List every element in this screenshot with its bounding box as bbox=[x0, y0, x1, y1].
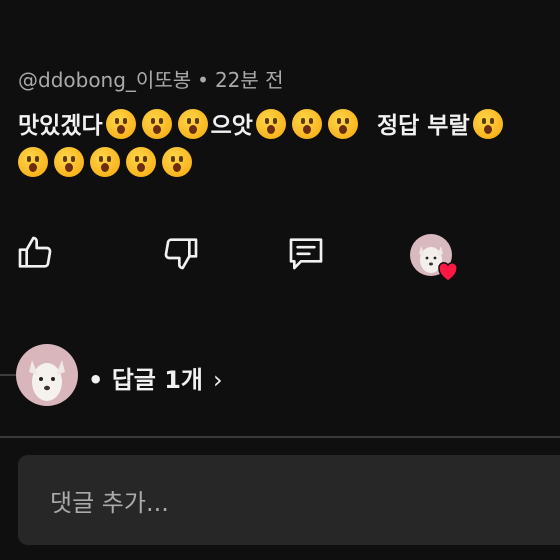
like-button[interactable] bbox=[12, 230, 58, 276]
comment-time: 22분 전 bbox=[214, 68, 284, 92]
divider bbox=[0, 436, 560, 438]
comment-text-part-3: 정답 부랄 bbox=[376, 113, 470, 139]
comment-author[interactable]: @ddobong_이또봉 bbox=[18, 68, 191, 92]
astonished-face-icon bbox=[472, 109, 503, 139]
astonished-face-icon bbox=[126, 147, 156, 177]
comment-text-line-2 bbox=[15, 146, 560, 182]
astonished-face-icon bbox=[18, 147, 48, 177]
reply-comment-icon bbox=[289, 238, 323, 270]
reply-avatar-image bbox=[16, 344, 78, 406]
comment-text-part-2: 으앗 bbox=[210, 113, 253, 139]
astonished-face-icon bbox=[90, 147, 120, 177]
add-comment-placeholder: 댓글 추가... bbox=[50, 489, 169, 517]
meta-separator: • bbox=[197, 68, 209, 92]
view-replies-button[interactable]: • 답글 1개 › bbox=[88, 360, 223, 395]
thread-line bbox=[0, 374, 16, 376]
astonished-face-icon bbox=[162, 147, 192, 177]
astonished-face-icon bbox=[141, 109, 172, 139]
comment-text: 맛있겠다 으앗 정답 부랄 bbox=[18, 108, 560, 182]
view-replies-row[interactable]: • 답글 1개 › bbox=[0, 344, 560, 408]
astonished-face-icon bbox=[255, 109, 286, 139]
creator-heart-badge bbox=[410, 234, 458, 282]
chevron-right-icon: › bbox=[213, 366, 223, 394]
dislike-button[interactable] bbox=[158, 230, 204, 276]
reply-count-label: 답글 1개 bbox=[111, 366, 203, 394]
astonished-face-icon bbox=[327, 109, 358, 139]
comment-meta: @ddobong_이또봉 • 22분 전 bbox=[18, 64, 284, 93]
astonished-face-icon bbox=[291, 109, 322, 139]
reply-bullet: • bbox=[88, 366, 104, 394]
comment-text-part-1: 맛있겠다 bbox=[18, 113, 103, 139]
thumb-down-icon bbox=[164, 238, 198, 270]
astonished-face-icon bbox=[54, 147, 84, 177]
heart-icon bbox=[438, 262, 458, 282]
comment-actions bbox=[0, 230, 560, 280]
reply-avatar bbox=[16, 344, 78, 406]
reply-button[interactable] bbox=[283, 230, 329, 276]
add-comment-input[interactable]: 댓글 추가... bbox=[18, 455, 560, 545]
astonished-face-icon bbox=[177, 109, 208, 139]
astonished-face-icon bbox=[105, 109, 136, 139]
thumb-up-icon bbox=[18, 236, 52, 268]
